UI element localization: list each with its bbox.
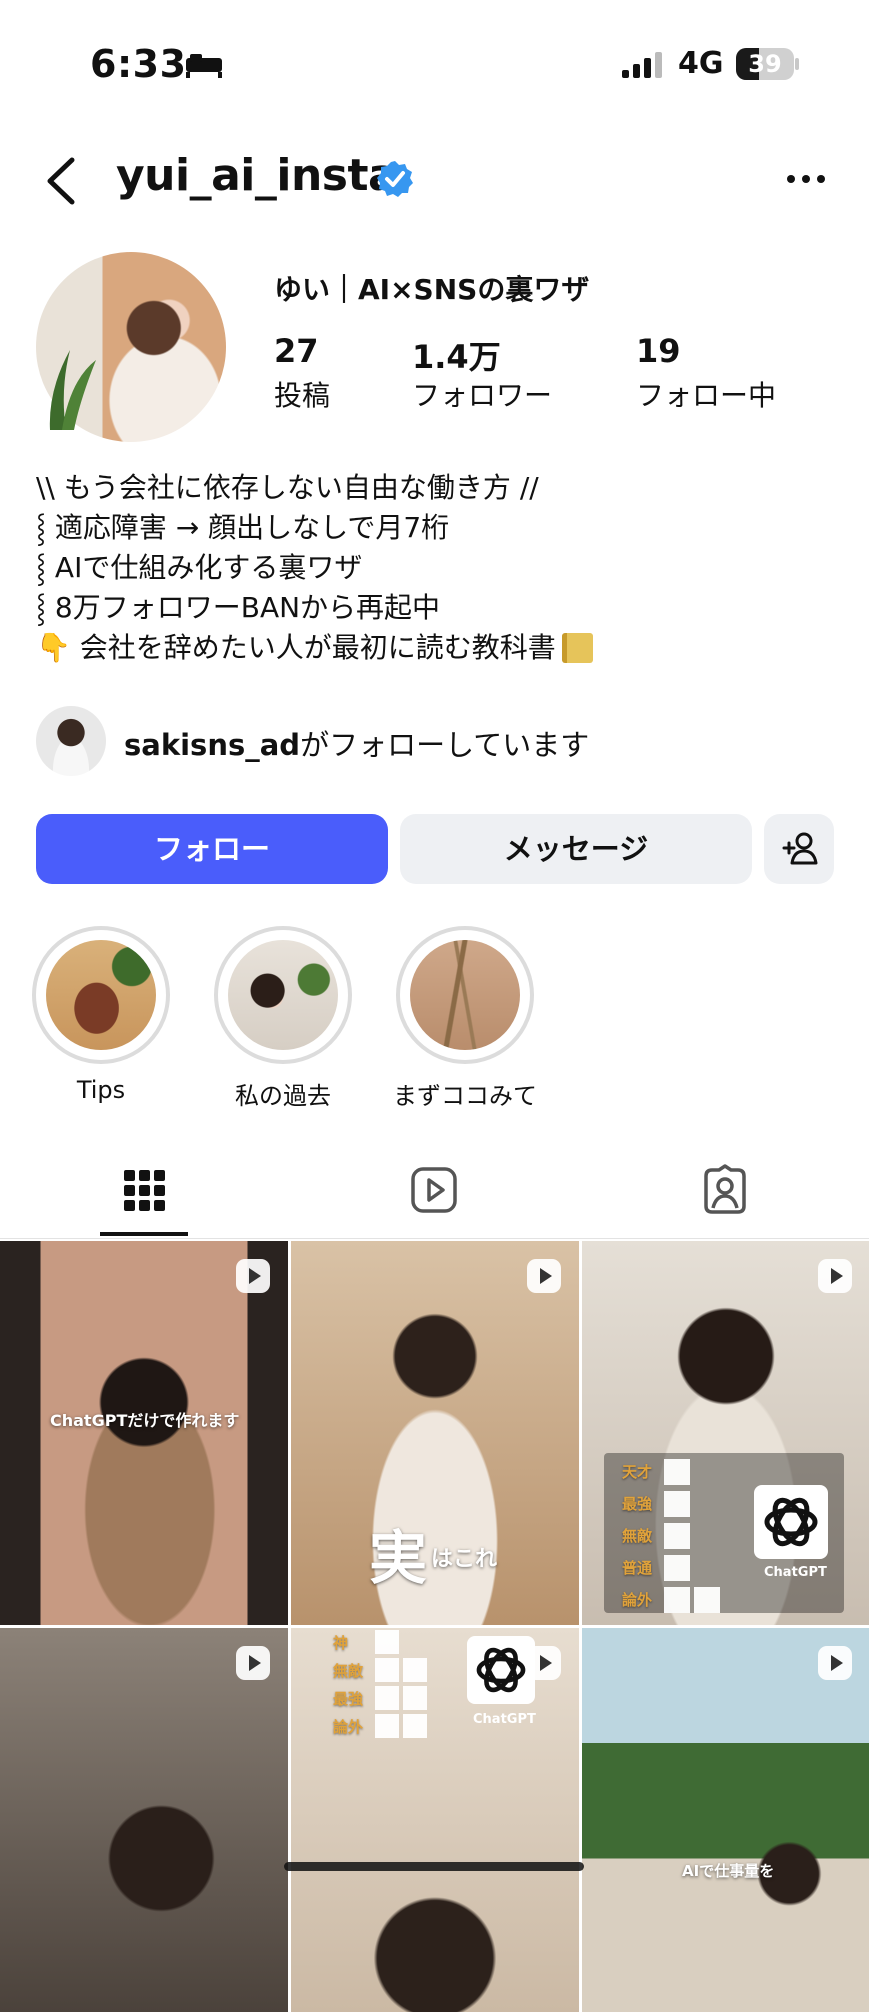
reel-play-icon: [818, 1646, 852, 1680]
battery-percent: 39: [748, 50, 782, 78]
post-thumbnail[interactable]: ChatGPTだけで作れます: [0, 1241, 288, 1625]
post-caption: ChatGPTだけで作れます: [50, 1411, 240, 1430]
status-time: 6:33: [90, 42, 187, 86]
post-caption-large: 実: [369, 1524, 428, 1592]
home-indicator: [284, 1862, 584, 1871]
post-thumbnail[interactable]: AIで仕事量を: [582, 1628, 869, 2012]
highlight-cover: [228, 940, 338, 1050]
bio-line: 👇 会社を辞めたい人が最初に読む教科書: [36, 631, 556, 664]
tagged-tab-icon[interactable]: [700, 1164, 750, 1216]
chatgpt-logo-icon: [467, 1636, 535, 1704]
rank-label: 最強: [333, 1690, 364, 1708]
chatgpt-logo-glyph: [764, 1497, 818, 1547]
avatar-plant-decoration: [49, 350, 96, 430]
reel-play-icon: [236, 1259, 270, 1293]
reel-play-icon: [236, 1646, 270, 1680]
bio-line: \\ もう会社に依存しない自由な働き方 //: [36, 471, 539, 504]
post-caption: AIで仕事量を: [682, 1862, 775, 1880]
story-highlight-tips[interactable]: [32, 926, 170, 1064]
followed-by-text[interactable]: sakisns_adがフォローしています: [124, 722, 589, 764]
rank-label: 最強: [622, 1495, 653, 1513]
post-thumbnail[interactable]: 天才 最強 無敵 普通 論外 ChatGPT: [582, 1241, 869, 1625]
follow-button[interactable]: フォロー: [36, 814, 388, 884]
bio-line-with-book: 👇 会社を辞めたい人が最初に読む教科書: [36, 628, 593, 668]
post-thumbnail[interactable]: 実 はこれ: [291, 1241, 579, 1625]
bio-line: ⸾ AIで仕組み化する裏ワザ: [36, 551, 363, 584]
rank-slot: [664, 1459, 690, 1485]
battery-nub: [795, 58, 799, 70]
following-count[interactable]: 19: [636, 332, 681, 370]
post-thumbnail[interactable]: [0, 1628, 288, 2012]
reels-tab-icon[interactable]: [410, 1164, 458, 1216]
bio-line: ⸾ 適応障害 → 顔出しなしで月7桁: [36, 511, 450, 544]
mutual-follower-name[interactable]: sakisns_ad: [124, 728, 300, 762]
post-thumbnail[interactable]: 神 無敵 最強 論外 ChatGPT: [291, 1628, 579, 2012]
highlight-cover: [46, 940, 156, 1050]
verified-badge-icon: [377, 161, 413, 197]
rank-slot: [403, 1686, 427, 1710]
bio-line: ⸾ 8万フォロワーBANから再起中: [36, 591, 441, 624]
rank-slot: [403, 1714, 427, 1738]
followers-count[interactable]: 1.4万: [412, 332, 501, 378]
active-tab-indicator: [100, 1232, 188, 1236]
story-highlight-start-here[interactable]: [396, 926, 534, 1064]
rank-slot: [664, 1555, 690, 1581]
rank-slot: [664, 1587, 690, 1613]
mutual-follower-avatar[interactable]: [36, 706, 106, 776]
rank-slot: [375, 1714, 399, 1738]
highlight-cover: [410, 940, 520, 1050]
chatgpt-label: ChatGPT: [764, 1565, 827, 1580]
rank-label: 普通: [622, 1559, 653, 1577]
profile-username: yui_ai_insta: [116, 150, 398, 201]
chatgpt-logo-glyph: [476, 1647, 526, 1693]
rank-slot: [664, 1491, 690, 1517]
rank-slot: [694, 1587, 720, 1613]
following-label[interactable]: フォロー中: [636, 374, 776, 414]
rank-label: 天才: [622, 1463, 653, 1481]
rank-label: 無敵: [333, 1662, 364, 1680]
followed-by-suffix: がフォローしています: [300, 728, 590, 762]
message-button[interactable]: メッセージ: [400, 814, 752, 884]
more-options-icon[interactable]: [786, 170, 826, 188]
book-emoji-icon: [561, 633, 593, 663]
highlight-label[interactable]: まずココみて: [365, 1076, 565, 1111]
reel-play-icon: [818, 1259, 852, 1293]
reel-play-icon: [527, 1259, 561, 1293]
posts-label[interactable]: 投稿: [274, 374, 330, 414]
signal-icon: [622, 52, 662, 78]
rank-slot: [375, 1658, 399, 1682]
posts-grid-tab-icon[interactable]: [124, 1164, 166, 1216]
post-caption-small: はこれ: [431, 1546, 498, 1572]
rank-slot: [375, 1630, 399, 1654]
network-type: 4G: [678, 46, 724, 81]
battery-indicator: 39: [736, 48, 794, 80]
tab-divider: [0, 1238, 869, 1239]
chatgpt-logo-icon: [754, 1485, 828, 1559]
highlight-label[interactable]: 私の過去: [183, 1076, 383, 1111]
rank-label: 無敵: [622, 1527, 653, 1545]
rank-slot: [664, 1523, 690, 1549]
add-person-icon: [782, 832, 818, 865]
rank-slot: [403, 1658, 427, 1682]
rank-label: 論外: [622, 1591, 653, 1609]
sleep-focus-icon: [186, 54, 222, 78]
display-name: ゆい｜AI×SNSの裏ワザ: [274, 273, 590, 306]
highlight-label[interactable]: Tips: [1, 1076, 201, 1104]
posts-count[interactable]: 27: [274, 332, 319, 370]
bio: \\ もう会社に依存しない自由な働き方 // ⸾ 適応障害 → 顔出しなしで月7…: [36, 468, 593, 668]
followers-label[interactable]: フォロワー: [412, 374, 552, 414]
story-highlight-past[interactable]: [214, 926, 352, 1064]
chatgpt-label: ChatGPT: [473, 1712, 536, 1727]
rank-slot: [375, 1686, 399, 1710]
rank-label: 論外: [333, 1718, 364, 1736]
back-arrow-icon[interactable]: [44, 156, 78, 206]
rank-label: 神: [333, 1634, 349, 1652]
